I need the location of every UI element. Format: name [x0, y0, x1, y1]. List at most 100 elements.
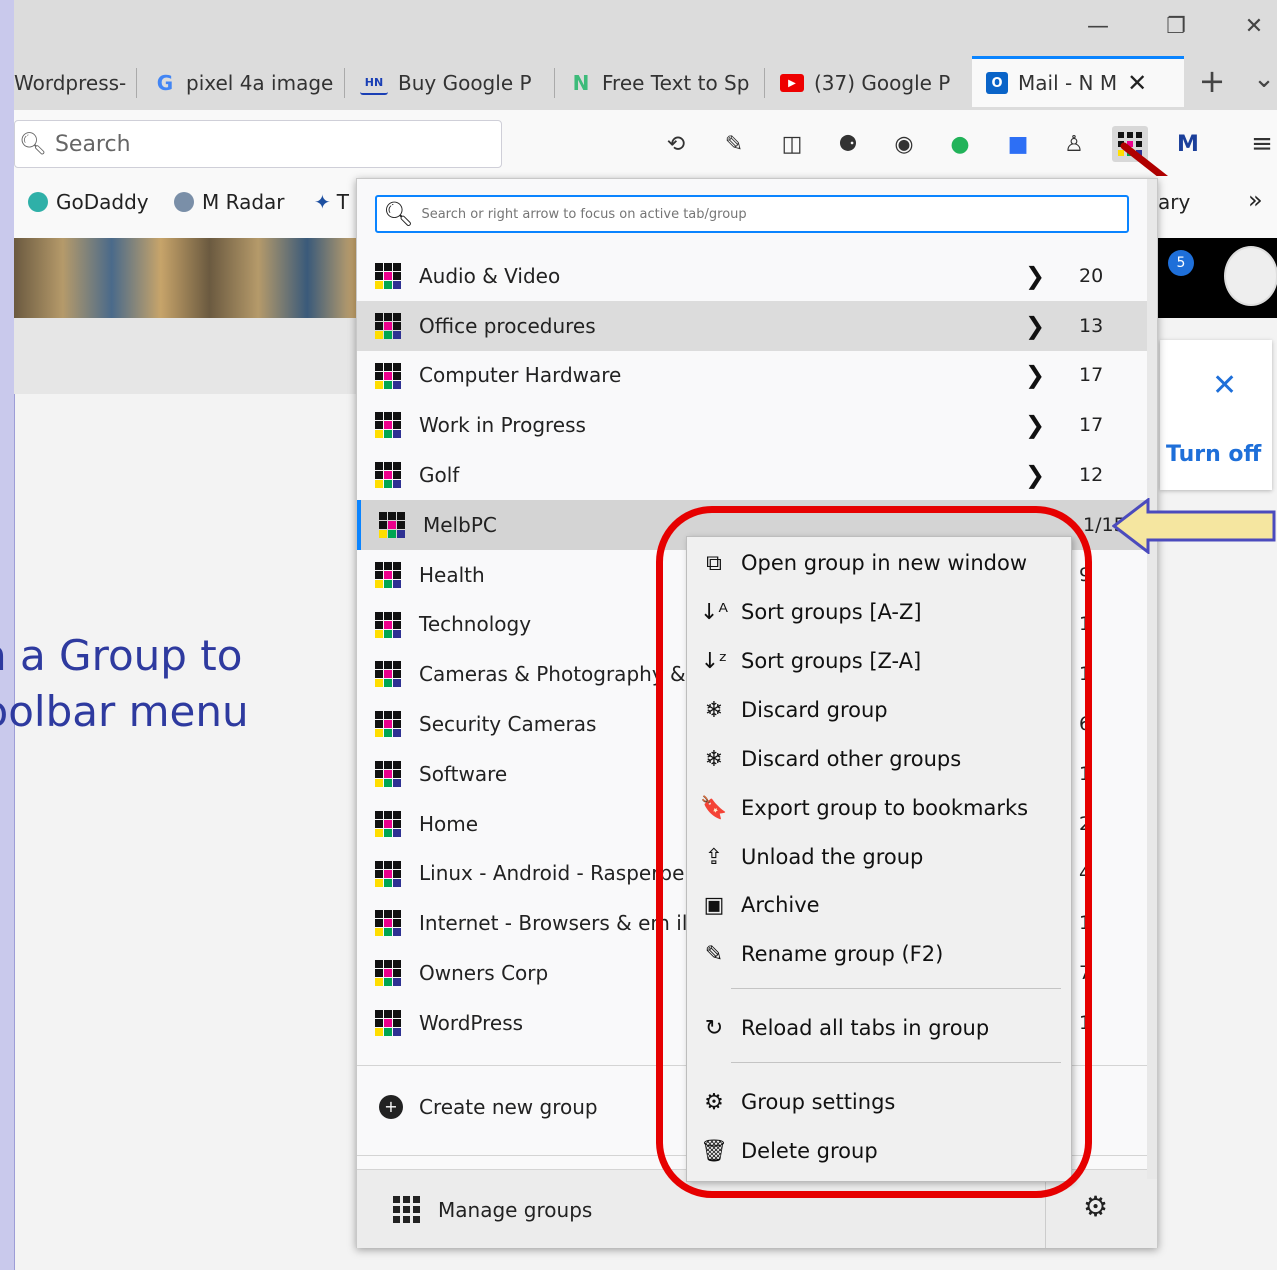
group-search-input[interactable]: [419, 205, 1124, 223]
tab-pixel[interactable]: G pixel 4a image: [154, 56, 336, 110]
eyedropper-icon[interactable]: ✎: [716, 126, 752, 162]
bookmark-t[interactable]: ✦ T: [314, 190, 349, 214]
group-tab-count: 13: [1079, 314, 1104, 337]
tab-label: Wordpress-: [14, 71, 127, 95]
context-menu-item[interactable]: ↻ Reload all tabs in group: [687, 1004, 1071, 1052]
menu-separator: [731, 1062, 1061, 1063]
sort-az-icon: ↓ᴬ: [700, 599, 728, 625]
close-icon[interactable]: ✕: [1212, 368, 1237, 403]
minimize-button[interactable]: —: [1078, 8, 1118, 46]
chevron-right-icon: ❯: [1025, 311, 1046, 340]
turn-off-button[interactable]: Turn off: [1166, 442, 1261, 467]
search-icon: 🔍︎: [383, 200, 414, 228]
tab-label: Free Text to Sp: [602, 71, 750, 95]
group-label: Office procedures: [419, 313, 596, 338]
bookmark-label: GoDaddy: [56, 190, 149, 214]
zoom-icon[interactable]: ■: [1000, 126, 1036, 162]
tab-group-icon: [375, 860, 401, 887]
context-menu-label: Archive: [741, 893, 820, 917]
context-menu-item[interactable]: ↓ᶻ Sort groups [Z-A]: [687, 637, 1071, 685]
tab-buy-google[interactable]: HN Buy Google P: [360, 56, 546, 110]
manage-groups-button[interactable]: Manage groups: [393, 1196, 592, 1223]
group-tab-count: 12: [1079, 464, 1104, 487]
context-menu-item[interactable]: 🔖 Export group to bookmarks: [687, 784, 1071, 832]
tab-strip: Wordpress- G pixel 4a image HN Buy Googl…: [14, 56, 1277, 110]
reader-view-icon[interactable]: ◫: [774, 126, 810, 162]
group-label: Software: [419, 761, 508, 786]
tab-group-icon: [375, 462, 401, 489]
chevron-right-icon: ❯: [1025, 411, 1046, 440]
group-label: Audio & Video: [419, 263, 561, 288]
avatar[interactable]: [1224, 246, 1277, 306]
group-label: Cameras & Photography & -: [419, 662, 700, 687]
bookmark-godaddy[interactable]: GoDaddy: [28, 190, 149, 214]
context-menu-label: Open group in new window: [741, 551, 1028, 575]
group-label: Computer Hardware: [419, 363, 622, 388]
close-window-button[interactable]: ✕: [1234, 8, 1274, 46]
context-menu-item[interactable]: 🗑 Delete group: [687, 1127, 1071, 1175]
group-tab-count: 20: [1079, 264, 1104, 287]
new-tab-button[interactable]: +: [1192, 62, 1232, 100]
grammarly-icon[interactable]: ●: [942, 126, 978, 162]
group-tab-count: 1: [1079, 663, 1092, 686]
restore-button[interactable]: ❐: [1156, 8, 1196, 46]
group-label: Work in Progress: [419, 413, 586, 438]
outlook-icon: O: [986, 72, 1008, 94]
history-icon[interactable]: ⟲: [658, 126, 694, 162]
bookmark-icon: 🔖: [700, 795, 728, 821]
context-menu-item[interactable]: ❄ Discard group: [687, 686, 1071, 734]
context-menu-item[interactable]: ❄ Discard other groups: [687, 735, 1071, 783]
bookmark-partial[interactable]: ary: [1158, 190, 1190, 214]
tab-mail-active[interactable]: O Mail - N M ✕: [972, 56, 1184, 107]
group-row[interactable]: Computer Hardware ❯ 17: [357, 351, 1147, 401]
tab-separator: [764, 68, 765, 98]
upload-icon: ⇪: [704, 844, 724, 870]
tab-label: Mail - N M: [1018, 71, 1118, 95]
archive-icon: ▣: [703, 892, 725, 918]
scrollbar[interactable]: [1147, 179, 1157, 1179]
group-row[interactable]: Work in Progress ❯ 17: [357, 400, 1147, 450]
tab-free-text[interactable]: N Free Text to Sp: [570, 56, 756, 110]
app-menu-button[interactable]: ≡: [1244, 126, 1277, 162]
privacy-icon[interactable]: ◉: [886, 126, 922, 162]
search-icon: 🔍︎: [19, 131, 47, 157]
group-search-field[interactable]: 🔍︎: [375, 195, 1129, 233]
context-menu-item[interactable]: ⇪ Unload the group: [687, 833, 1071, 881]
close-tab-icon[interactable]: ✕: [1127, 69, 1147, 97]
reload-icon: ↻: [704, 1015, 724, 1041]
context-menu-item[interactable]: ✎ Rename group (F2): [687, 930, 1071, 978]
list-tabs-button[interactable]: ⌄: [1244, 60, 1277, 98]
group-row[interactable]: Office procedures ❯ 13: [357, 300, 1147, 351]
context-menu-item[interactable]: ↓ᴬ Sort groups [A-Z]: [687, 588, 1071, 636]
create-new-group-button[interactable]: + Create new group: [379, 1095, 598, 1119]
pencil-icon: ✎: [704, 941, 724, 967]
gear-icon[interactable]: ⚙: [1083, 1190, 1108, 1223]
snowflake-icon: ❄: [704, 746, 724, 772]
search-bar[interactable]: 🔍︎ Search: [14, 120, 502, 168]
context-menu-item[interactable]: ⧉ Open group in new window: [687, 539, 1071, 587]
extension-icon[interactable]: ⚈: [830, 126, 866, 162]
tab-group-icon: [375, 711, 401, 738]
group-row[interactable]: Audio & Video ❯ 20: [357, 251, 1147, 301]
context-menu-item[interactable]: ▣ Archive: [687, 881, 1071, 929]
bookmarks-overflow-button[interactable]: »: [1248, 186, 1263, 214]
group-label: Owners Corp: [419, 961, 549, 986]
context-menu-item[interactable]: ⚙ Group settings: [687, 1078, 1071, 1126]
notification-card: ✕ Turn off: [1160, 340, 1272, 490]
tab-youtube[interactable]: ▶ (37) Google P: [780, 56, 966, 110]
add-circle-icon: +: [379, 1095, 403, 1119]
caption-line-2: Toolbar menu: [0, 687, 249, 736]
snowflake-icon: ❄: [704, 697, 724, 723]
context-menu-label: Discard other groups: [741, 747, 962, 771]
bookmark-m-radar[interactable]: M Radar: [174, 190, 285, 214]
tab-group-icon: [375, 312, 401, 339]
context-menu-label: Delete group: [741, 1139, 878, 1163]
group-label: Golf: [419, 463, 460, 488]
tab-group-icon: [375, 611, 401, 638]
tab-wordpress[interactable]: Wordpress-: [14, 56, 130, 110]
group-row[interactable]: Golf ❯ 12: [357, 450, 1147, 500]
youtube-icon: ▶: [780, 74, 804, 92]
tab-group-icon: [379, 511, 405, 538]
account-icon[interactable]: ♙: [1056, 126, 1092, 162]
manage-label: Manage groups: [438, 1197, 593, 1222]
